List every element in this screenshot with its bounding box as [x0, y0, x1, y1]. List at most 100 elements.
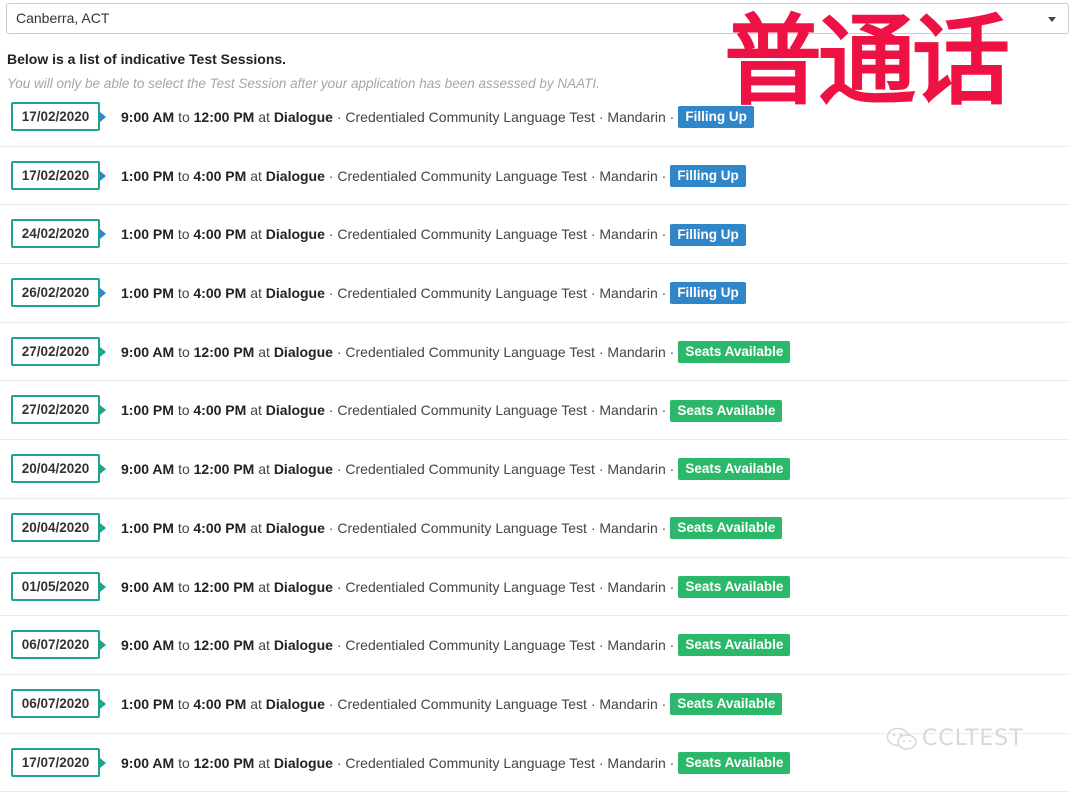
pointer-arrow-icon — [100, 405, 106, 416]
session-separator: · — [328, 226, 334, 243]
session-test-name: Credentialed Community Language Test — [345, 343, 595, 360]
session-separator: · — [598, 578, 604, 595]
chevron-down-icon[interactable] — [1048, 17, 1056, 22]
session-start-time: 9:00 AM — [121, 578, 175, 595]
session-row[interactable]: 27/02/2020 9:00 AM to 12:00 PM at Dialogu… — [0, 323, 1070, 382]
session-date-badge: 06/07/2020 — [11, 630, 106, 660]
session-date: 27/02/2020 — [21, 343, 90, 359]
session-to-label: to — [178, 637, 190, 654]
session-separator: · — [590, 285, 596, 302]
session-language: Mandarin — [599, 695, 658, 712]
sessions-heading: Below is a list of indicative Test Sessi… — [7, 51, 287, 67]
session-status-badge: Seats Available — [670, 693, 783, 716]
session-row[interactable]: 20/04/2020 1:00 PM to 4:00 PM at Dialogue… — [0, 499, 1070, 558]
session-venue: Dialogue — [265, 695, 325, 712]
session-list: 17/02/2020 9:00 AM to 12:00 PM at Dialogu… — [0, 88, 1070, 792]
session-end-time: 12:00 PM — [193, 343, 255, 360]
session-at-label: at — [250, 167, 262, 184]
session-test-name: Credentialed Community Language Test — [345, 109, 595, 125]
session-status-badge: Seats Available — [670, 517, 783, 540]
session-end-time: 12:00 PM — [193, 754, 255, 771]
session-separator: · — [669, 343, 675, 360]
session-details: 9:00 AM to 12:00 PM at Dialogue · Creden… — [121, 341, 791, 364]
session-separator: · — [661, 285, 667, 302]
session-to-label: to — [177, 226, 190, 243]
session-start-time: 9:00 AM — [121, 109, 175, 125]
session-separator: · — [661, 402, 667, 419]
session-separator: · — [336, 578, 342, 595]
session-row[interactable]: 17/02/2020 9:00 AM to 12:00 PM at Dialogu… — [0, 88, 1070, 147]
session-row[interactable]: 06/07/2020 1:00 PM to 4:00 PM at Dialogue… — [0, 675, 1070, 734]
session-at-label: at — [258, 578, 270, 595]
session-status-badge: Seats Available — [678, 575, 791, 598]
session-separator: · — [336, 343, 342, 360]
session-venue: Dialogue — [265, 519, 325, 536]
session-row[interactable]: 06/07/2020 9:00 AM to 12:00 PM at Dialogu… — [0, 616, 1070, 675]
session-language: Mandarin — [607, 343, 666, 360]
session-language: Mandarin — [599, 519, 658, 536]
pointer-arrow-icon — [100, 229, 106, 240]
session-venue: Dialogue — [265, 226, 325, 243]
session-end-time: 12:00 PM — [193, 461, 255, 478]
session-date: 17/02/2020 — [21, 109, 90, 124]
session-separator: · — [590, 167, 596, 184]
session-details: 1:00 PM to 4:00 PM at Dialogue · Credent… — [121, 517, 783, 540]
session-to-label: to — [177, 285, 190, 302]
session-date: 17/07/2020 — [21, 754, 90, 770]
session-venue: Dialogue — [273, 754, 333, 771]
session-test-name: Credentialed Community Language Test — [337, 226, 587, 243]
session-end-time: 4:00 PM — [193, 285, 247, 302]
session-end-time: 4:00 PM — [193, 402, 247, 419]
session-separator: · — [598, 754, 604, 771]
session-end-time: 12:00 PM — [193, 578, 255, 595]
session-to-label: to — [177, 402, 190, 419]
session-venue: Dialogue — [273, 109, 333, 125]
pointer-arrow-icon — [100, 581, 106, 592]
session-row[interactable]: 20/04/2020 9:00 AM to 12:00 PM at Dialogu… — [0, 440, 1070, 499]
session-separator: · — [336, 754, 342, 771]
session-end-time: 4:00 PM — [193, 167, 247, 184]
session-start-time: 9:00 AM — [121, 461, 175, 478]
session-separator: · — [328, 402, 334, 419]
session-separator: · — [598, 343, 604, 360]
session-start-time: 1:00 PM — [121, 285, 174, 302]
session-details: 1:00 PM to 4:00 PM at Dialogue · Credent… — [121, 282, 746, 305]
session-row[interactable]: 17/02/2020 1:00 PM to 4:00 PM at Dialogue… — [0, 147, 1070, 206]
location-select-value: Canberra, ACT — [16, 10, 110, 26]
session-test-name: Credentialed Community Language Test — [345, 578, 595, 595]
session-to-label: to — [177, 695, 190, 712]
session-to-label: to — [178, 109, 190, 125]
session-at-label: at — [258, 754, 270, 771]
session-at-label: at — [258, 461, 270, 478]
session-language: Mandarin — [599, 167, 658, 184]
session-start-time: 1:00 PM — [121, 226, 174, 243]
session-date-badge: 26/02/2020 — [11, 278, 106, 308]
session-date-badge: 20/04/2020 — [11, 454, 106, 484]
session-details: 1:00 PM to 4:00 PM at Dialogue · Credent… — [121, 693, 783, 716]
session-end-time: 12:00 PM — [193, 109, 255, 125]
session-details: 1:00 PM to 4:00 PM at Dialogue · Credent… — [121, 164, 746, 188]
session-status-badge: Filling Up — [678, 106, 754, 129]
session-separator: · — [328, 285, 334, 302]
session-row[interactable]: 01/05/2020 9:00 AM to 12:00 PM at Dialogu… — [0, 558, 1070, 617]
session-at-label: at — [258, 637, 270, 654]
session-start-time: 1:00 PM — [121, 402, 174, 419]
session-test-name: Credentialed Community Language Test — [345, 461, 595, 478]
session-language: Mandarin — [599, 226, 658, 243]
session-date-badge: 27/02/2020 — [11, 395, 106, 425]
session-row[interactable]: 26/02/2020 1:00 PM to 4:00 PM at Dialogue… — [0, 264, 1070, 323]
session-row[interactable]: 24/02/2020 1:00 PM to 4:00 PM at Dialogue… — [0, 205, 1070, 265]
wechat-icon — [886, 727, 917, 750]
session-separator: · — [328, 167, 334, 184]
session-date: 20/04/2020 — [21, 461, 90, 477]
session-row[interactable]: 27/02/2020 1:00 PM to 4:00 PM at Dialogue… — [0, 381, 1070, 441]
session-date-badge: 27/02/2020 — [11, 336, 106, 366]
session-details: 9:00 AM to 12:00 PM at Dialogue · Creden… — [121, 634, 791, 657]
session-date-badge: 06/07/2020 — [11, 688, 106, 718]
session-end-time: 4:00 PM — [193, 519, 247, 536]
session-at-label: at — [258, 343, 270, 360]
session-date: 06/07/2020 — [21, 695, 90, 711]
session-language: Mandarin — [607, 637, 666, 654]
pointer-arrow-icon — [100, 170, 106, 181]
session-date: 27/02/2020 — [21, 402, 90, 418]
